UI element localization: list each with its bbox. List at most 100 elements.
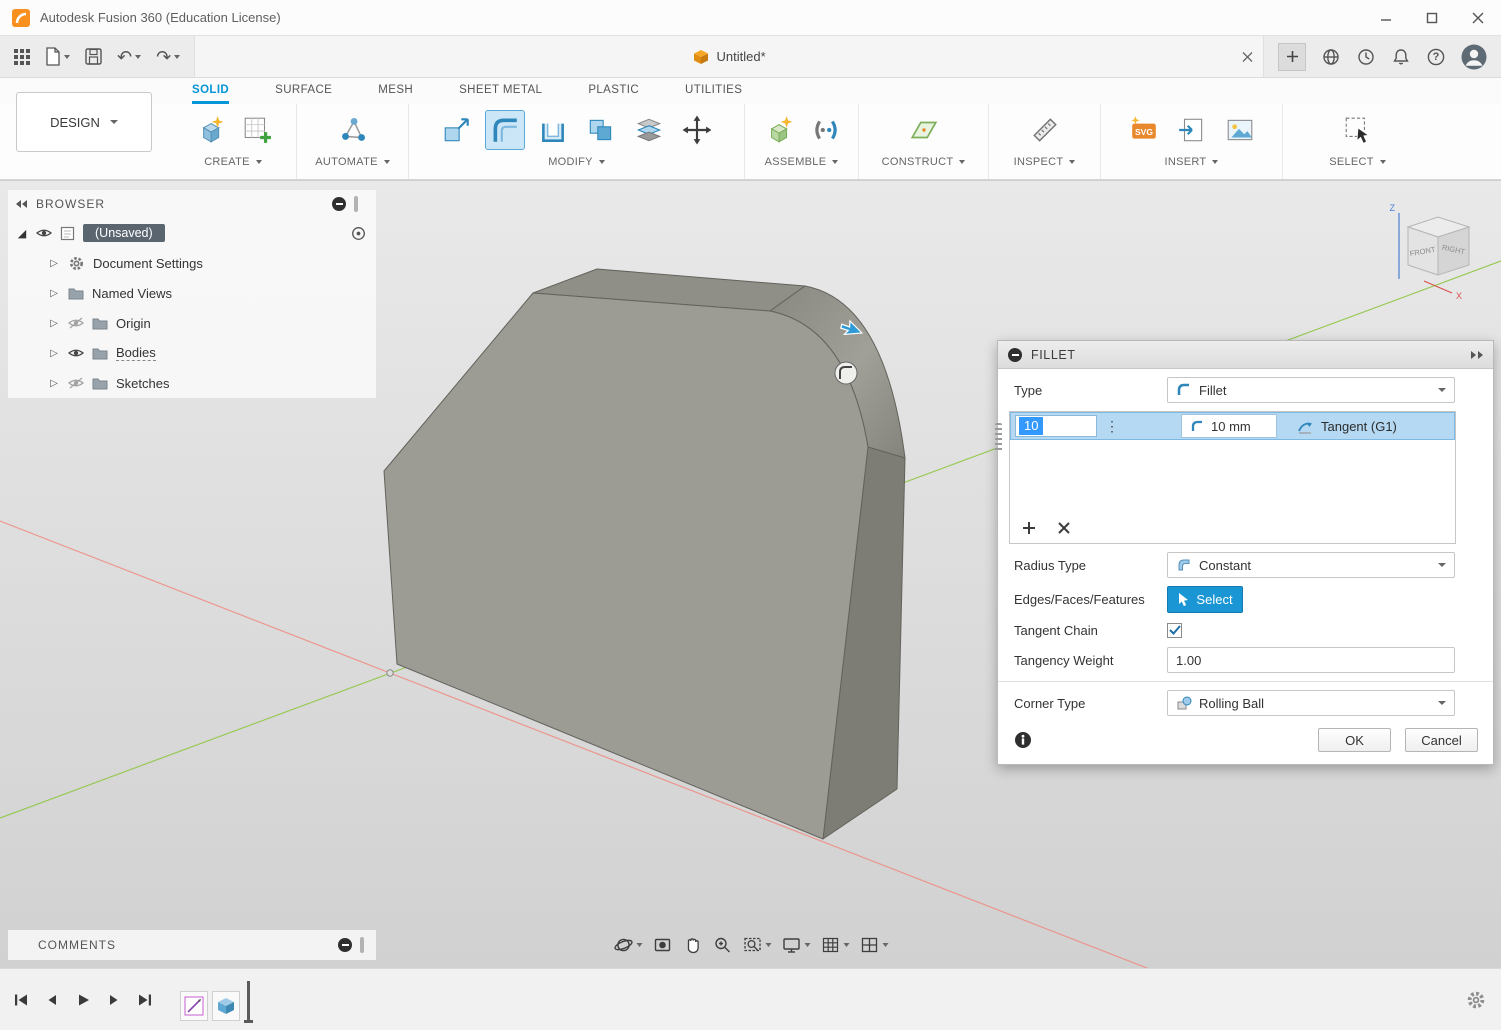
undo-button[interactable]: ↶ [117,48,141,66]
browser-root-row[interactable]: ◢ (Unsaved) [8,218,376,248]
press-pull-icon[interactable] [437,110,477,150]
row-options-kebab-icon[interactable]: ⋮ [1105,418,1117,435]
dialog-expand-icon[interactable] [1471,351,1483,359]
tab-solid[interactable]: SOLID [192,78,229,104]
create-sketch-icon[interactable] [237,110,277,150]
move-copy-icon[interactable] [677,110,717,150]
timeline-step-forward-button[interactable] [105,991,123,1009]
browser-resize-handle[interactable] [354,196,358,212]
tangent-chain-check[interactable] [1167,623,1182,638]
timeline-skip-start-button[interactable] [12,991,30,1009]
group-label-construct[interactable]: CONSTRUCT [882,156,966,168]
save-button[interactable] [85,48,102,65]
measure-icon[interactable] [1025,110,1065,150]
body-front-face[interactable] [384,293,868,839]
select-tool-icon[interactable] [1338,110,1378,150]
file-menu-button[interactable] [45,47,70,66]
group-label-select[interactable]: SELECT [1329,156,1386,168]
info-icon[interactable] [1014,731,1032,749]
timeline-play-button[interactable] [74,991,92,1009]
construct-plane-icon[interactable] [904,110,944,150]
look-at-button[interactable] [649,932,675,958]
extrude-feature-icon[interactable] [212,991,240,1021]
sketch-feature-icon[interactable] [180,991,208,1021]
tab-sheet-metal[interactable]: SHEET METAL [459,78,542,104]
remove-selection-icon[interactable] [1058,522,1070,534]
root-expander-icon[interactable]: ◢ [16,227,28,240]
comments-minimize-icon[interactable] [338,938,352,952]
fillet-dialog-header[interactable]: FILLET [998,341,1493,369]
timeline-position-marker[interactable] [247,981,250,1021]
insert-derive-icon[interactable] [1172,110,1212,150]
browser-item-sketches[interactable]: ▷ Sketches [8,368,376,398]
root-visibility-eye-icon[interactable] [36,227,52,239]
display-settings-button[interactable] [778,932,813,958]
help-icon[interactable]: ? [1426,47,1446,67]
cancel-button[interactable]: Cancel [1405,728,1478,752]
expander-icon[interactable]: ▷ [48,378,60,389]
pan-button[interactable] [679,932,705,958]
group-label-modify[interactable]: MODIFY [548,156,605,168]
collapse-panel-icon[interactable] [16,200,27,208]
new-tab-button[interactable] [1278,43,1306,71]
fit-view-button[interactable] [739,932,774,958]
fillet-icon[interactable] [485,110,525,150]
select-edges-button[interactable]: Select [1167,586,1243,613]
tab-plastic[interactable]: PLASTIC [588,78,639,104]
offset-face-icon[interactable] [629,110,669,150]
workspace-switcher[interactable]: DESIGN [16,92,152,152]
expander-icon[interactable]: ▷ [48,258,60,269]
app-grid-icon[interactable] [14,49,30,65]
tab-mesh[interactable]: MESH [378,78,413,104]
group-label-insert[interactable]: INSERT [1165,156,1219,168]
timeline-settings-gear-icon[interactable] [1465,989,1487,1011]
maximize-button[interactable] [1409,0,1455,35]
grid-snap-button[interactable] [817,932,852,958]
view-cube[interactable]: Z X FRONT RIGHT [1390,203,1470,301]
add-selection-icon[interactable] [1022,521,1036,535]
group-label-create[interactable]: CREATE [204,156,262,168]
redo-button[interactable]: ↷ [156,48,180,66]
browser-minimize-icon[interactable] [332,197,346,211]
visibility-off-eye-icon[interactable] [68,377,84,389]
radius-chip[interactable]: 10 mm [1181,414,1277,438]
origin-point[interactable] [387,670,393,676]
corner-type-dropdown[interactable]: Rolling Ball [1167,690,1455,716]
browser-item-named-views[interactable]: ▷ Named Views [8,278,376,308]
group-label-assemble[interactable]: ASSEMBLE [765,156,839,168]
browser-item-bodies[interactable]: ▷ Bodies [8,338,376,368]
create-form-icon[interactable] [189,110,229,150]
root-document-name[interactable]: (Unsaved) [83,224,165,242]
tab-utilities[interactable]: UTILITIES [685,78,742,104]
comments-resize-handle[interactable] [360,937,364,953]
expander-icon[interactable]: ▷ [48,288,60,299]
job-status-icon[interactable] [1356,47,1376,67]
viewports-button[interactable] [856,932,891,958]
activate-component-icon[interactable] [351,226,366,241]
document-tab[interactable]: Untitled* [194,36,1264,77]
joint-icon[interactable] [806,110,846,150]
visibility-off-eye-icon[interactable] [68,317,84,329]
browser-item-origin[interactable]: ▷ Origin [8,308,376,338]
dialog-drag-grip[interactable] [995,423,1002,453]
canvas-icon[interactable] [1220,110,1260,150]
minimize-button[interactable] [1363,0,1409,35]
close-button[interactable] [1455,0,1501,35]
radius-type-dropdown[interactable]: Constant [1167,552,1455,578]
group-label-inspect[interactable]: INSPECT [1014,156,1076,168]
comments-bar[interactable]: COMMENTS [8,930,376,960]
radius-value-input[interactable]: 10 [1015,415,1097,437]
profile-avatar[interactable] [1461,44,1487,70]
continuity-dropdown[interactable]: Tangent (G1) [1297,419,1397,434]
new-component-icon[interactable] [758,110,798,150]
combine-icon[interactable] [581,110,621,150]
insert-svg-icon[interactable]: SVG [1124,110,1164,150]
group-label-automate[interactable]: AUTOMATE [315,156,390,168]
solid-body[interactable] [384,269,905,839]
tab-close-icon[interactable] [1242,51,1253,62]
orbit-button[interactable] [610,932,645,958]
automate-icon[interactable] [333,110,373,150]
shell-icon[interactable] [533,110,573,150]
ok-button[interactable]: OK [1318,728,1391,752]
web-icon[interactable] [1321,47,1341,67]
